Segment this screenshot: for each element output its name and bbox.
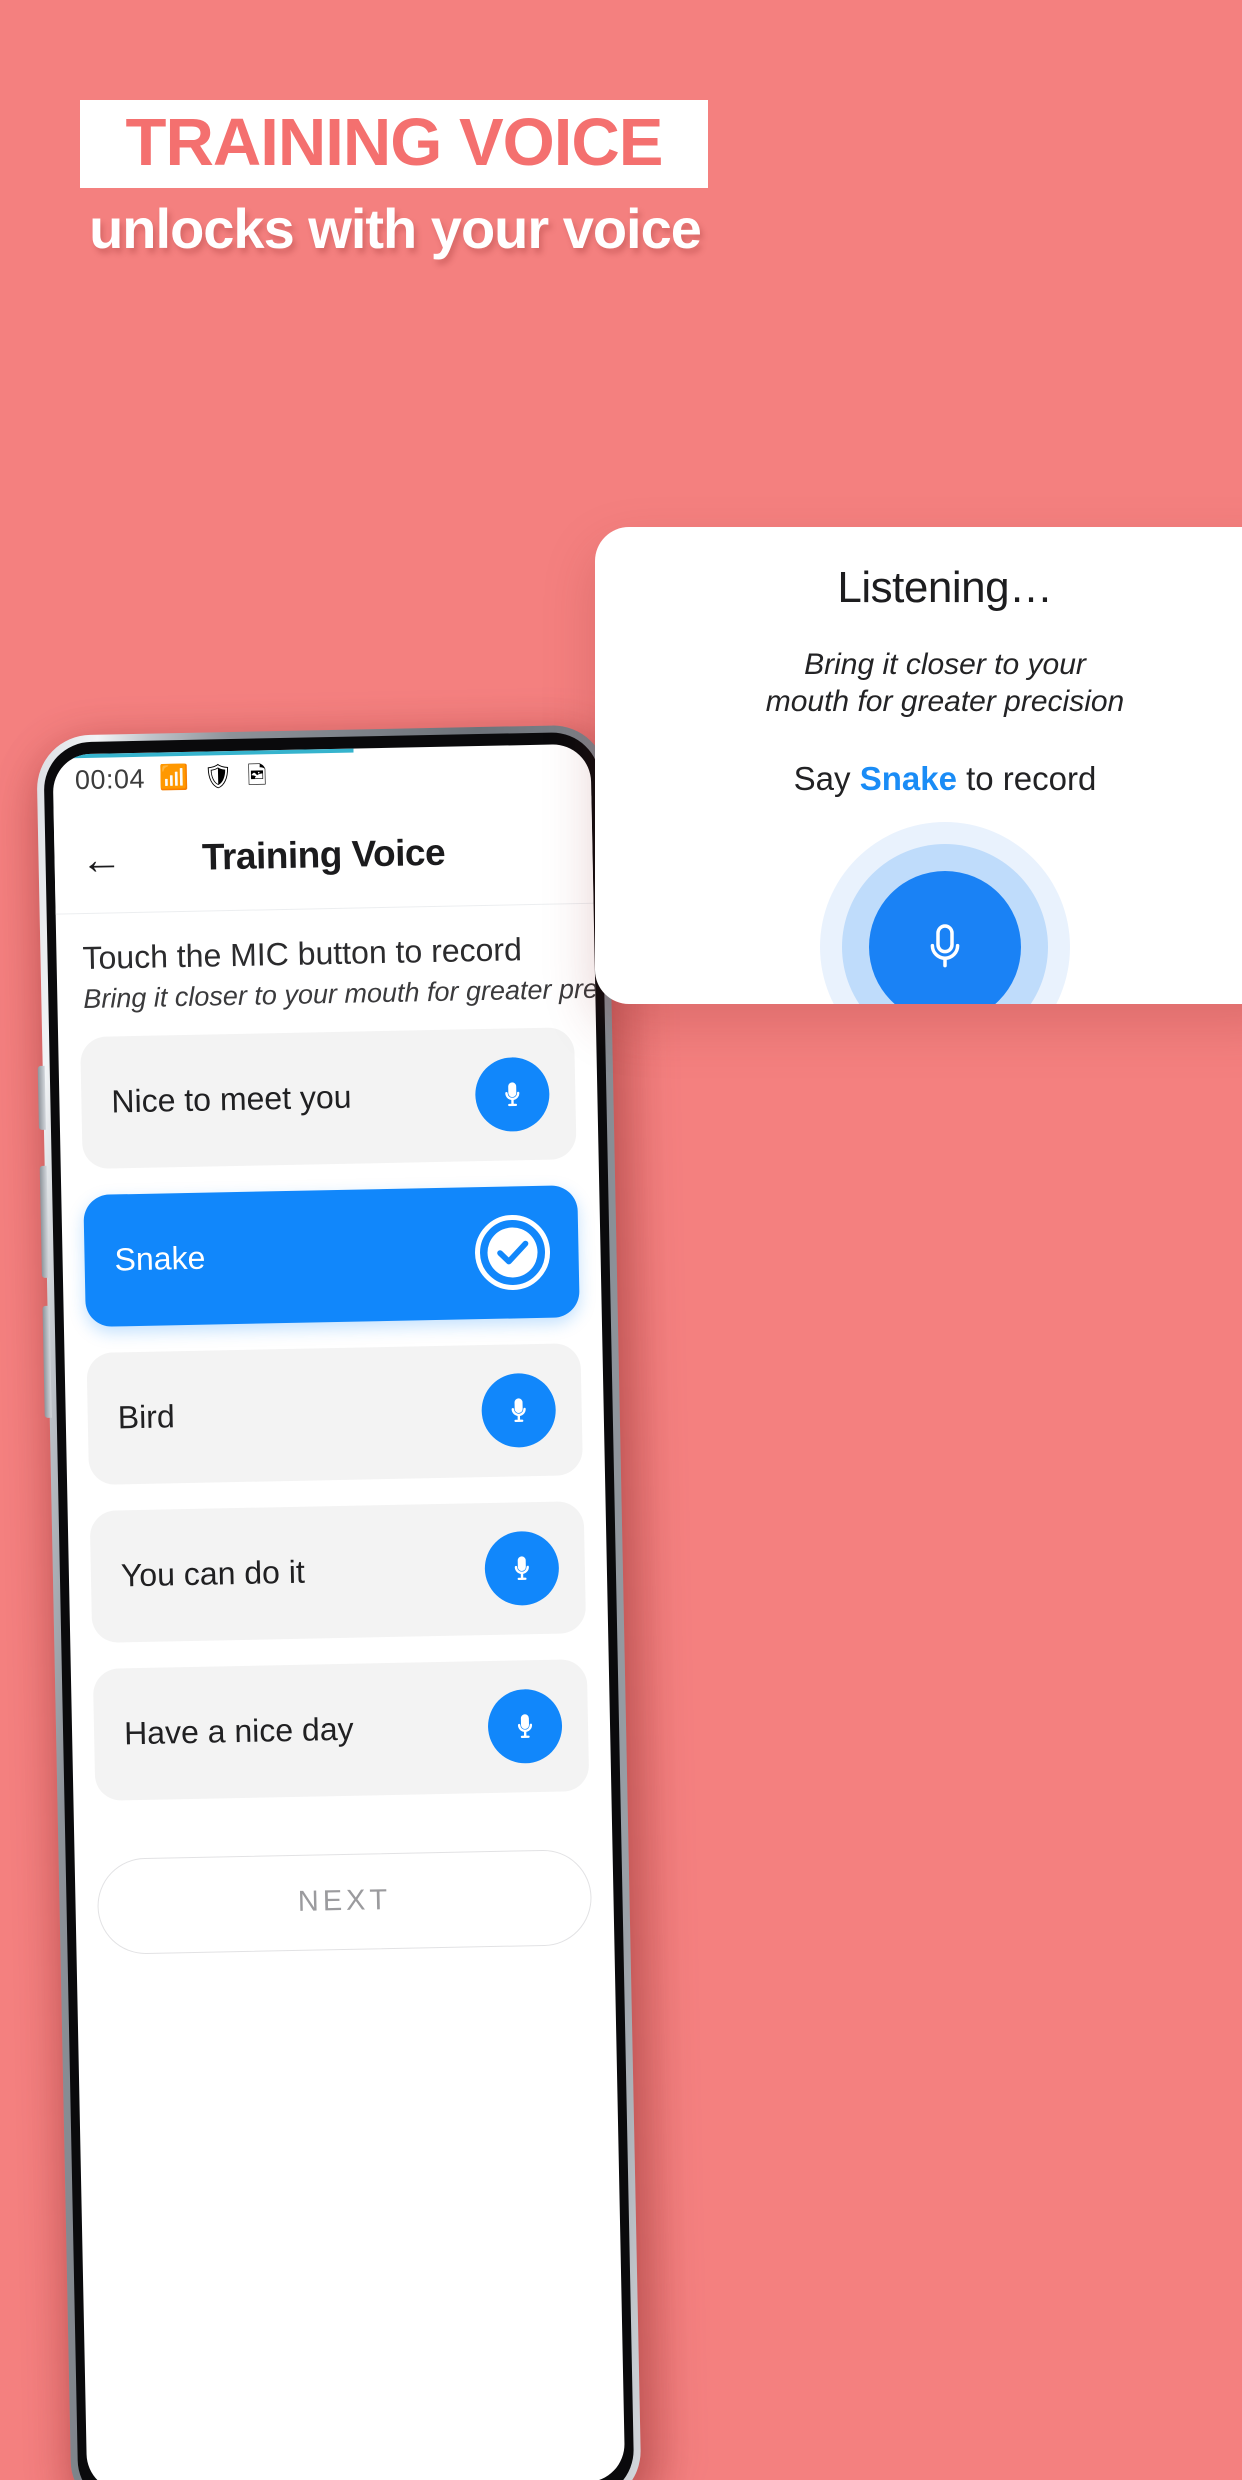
list-item[interactable]: You can do it [89,1500,587,1643]
listening-subtitle-line2: mouth for greater precision [765,684,1125,718]
app-bar: ← Training Voice [53,795,594,915]
listening-card: Listening… Bring it closer to your mouth… [595,527,1242,1004]
status-bar-clock: 00:04 [74,763,146,795]
instructions: Touch the MIC button to record Bring it … [56,904,626,1022]
check-circle-icon[interactable] [472,1211,554,1293]
page-title: Training Voice [201,831,446,878]
listening-prompt-word: Snake [859,760,957,798]
image-icon: 🖻 [247,762,267,790]
promo-title-band: TRAINING VOICE [80,100,708,188]
back-arrow-icon[interactable]: ← [80,835,137,883]
promo-title: TRAINING VOICE [125,104,664,180]
list-item[interactable]: Have a nice day [92,1658,590,1801]
phrase-label: Nice to meet you [111,1078,352,1120]
mic-icon[interactable] [487,1688,563,1764]
mic-icon[interactable] [474,1056,551,1132]
phrase-label: Have a nice day [123,1711,354,1752]
listening-prompt-suffix: to record [966,760,1097,798]
promo-subtitle: unlocks with your voice [89,197,702,260]
instruction-secondary: Bring it closer to your mouth for greate… [83,972,626,1014]
phone-bezel: 00:04 📶 🛡 🖻 ← Training Voice Touch the M… [43,731,635,2480]
status-bar: 00:04 📶 🛡 🖻 [52,744,591,807]
list-item[interactable]: Snake [83,1184,580,1327]
list-item[interactable]: Bird [86,1342,583,1485]
instruction-primary: Touch the MIC button to record [82,931,523,977]
vibrate-icon: 📶 [158,763,190,792]
listening-subtitle-line1: Bring it closer to your [804,648,1086,681]
listening-subtitle: Bring it closer to your mouth for greate… [595,647,1242,720]
phone-body: 00:04 📶 🛡 🖻 ← Training Voice Touch the M… [36,724,642,2480]
phone-volume-down-button[interactable] [42,1305,52,1418]
phone-screen: 00:04 📶 🛡 🖻 ← Training Voice Touch the M… [52,743,626,2480]
list-item[interactable]: Nice to meet you [80,1026,577,1169]
listening-prompt: Say Snake to record [595,760,1242,798]
listening-title: Listening… [837,563,1053,612]
listening-mic-pulse[interactable] [820,822,1070,1004]
next-button-container: NEXT [73,1790,614,1955]
phrase-label: Snake [114,1239,206,1278]
mic-icon[interactable] [480,1372,557,1448]
mic-icon[interactable] [484,1530,560,1606]
phone-mockup: 00:04 📶 🛡 🖻 ← Training Voice Touch the M… [36,724,662,2480]
listening-prompt-prefix: Say [793,760,851,798]
phone-side-button-top[interactable] [37,1065,46,1130]
phrase-label: You can do it [120,1553,306,1594]
next-button[interactable]: NEXT [96,1848,593,1955]
shield-icon: 🛡 [202,762,234,791]
phone-volume-up-button[interactable] [39,1165,49,1278]
phrase-label: Bird [117,1398,176,1436]
phrase-list: Nice to meet you Snake Bird You can do i… [58,1010,612,1801]
